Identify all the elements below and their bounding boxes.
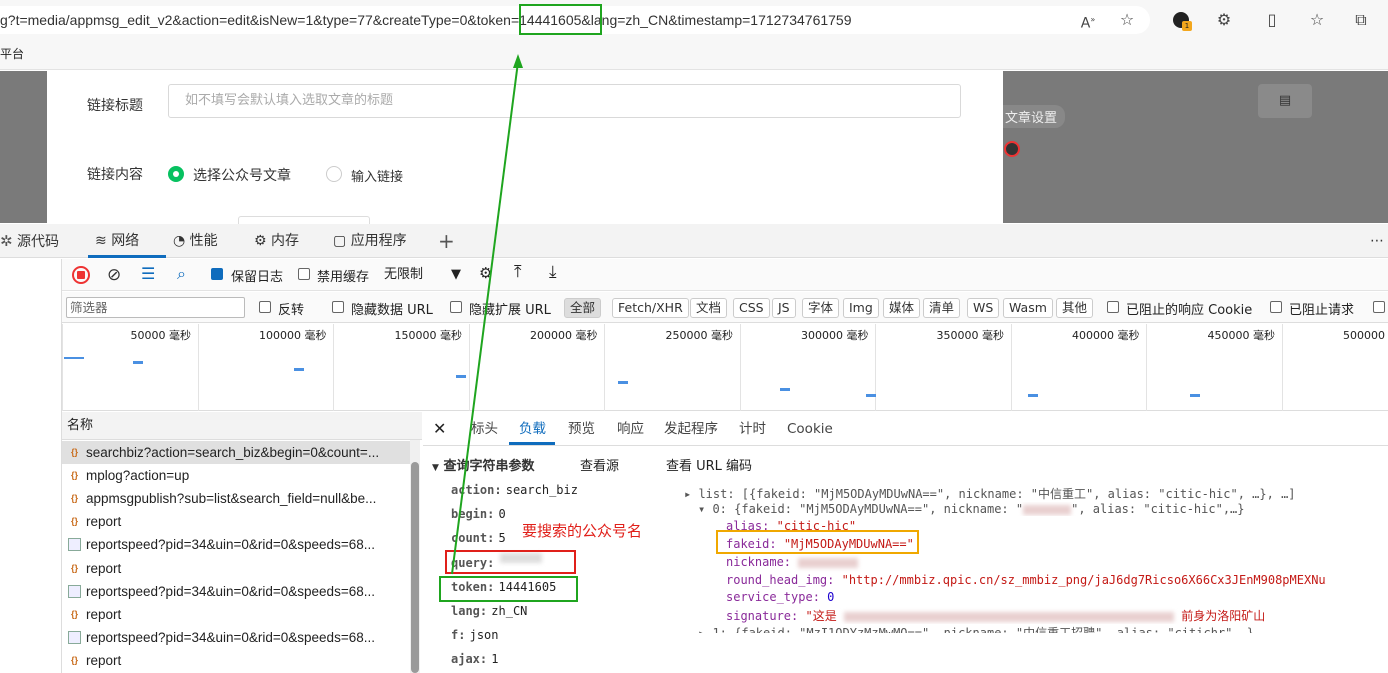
annotation-arrow-line	[451, 61, 519, 575]
annotation-arrow	[451, 54, 523, 575]
annotation-arrow-head	[513, 54, 523, 68]
